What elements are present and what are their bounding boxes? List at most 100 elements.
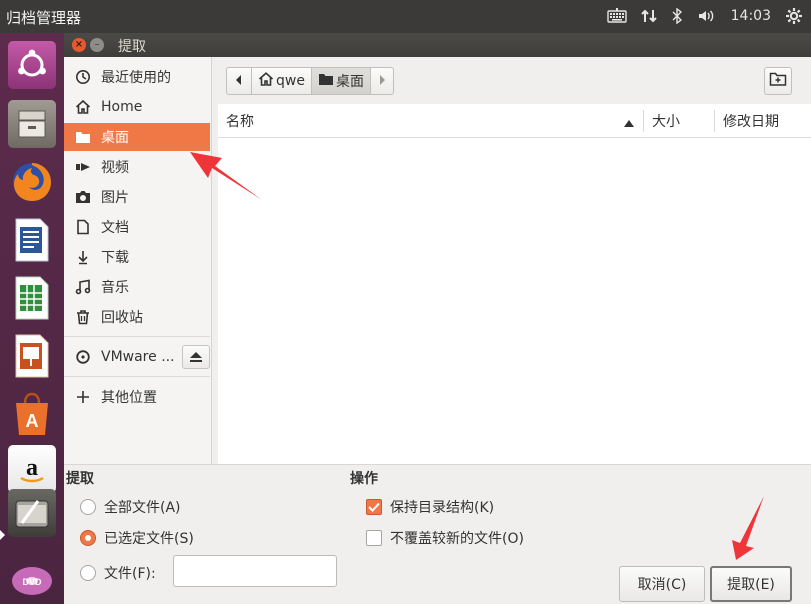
sidebar-item-label: 回收站 (101, 310, 143, 326)
sidebar-divider (64, 336, 210, 337)
home-icon (258, 72, 274, 90)
music-icon (74, 278, 92, 296)
path-back-button[interactable] (226, 67, 252, 95)
column-separator (643, 110, 644, 132)
checkbox-checked (366, 499, 382, 515)
sidebar-item-trash[interactable]: 回收站 (64, 303, 210, 331)
sidebar-item-label: VMware ... (101, 349, 175, 365)
column-name[interactable]: 名称 (226, 104, 636, 138)
eject-button[interactable] (182, 345, 210, 369)
disc-icon (74, 348, 92, 366)
path-home-button[interactable]: qwe (251, 67, 312, 95)
extract-section-title: 提取 (66, 471, 94, 487)
sidebar-item-label: 桌面 (101, 130, 129, 146)
sidebar-divider (64, 376, 210, 377)
files-pattern-input[interactable] (173, 555, 337, 587)
file-list-header: 名称 大小 修改日期 (218, 104, 811, 138)
dvd-icon[interactable]: DVD (4, 553, 60, 604)
network-icon[interactable] (640, 8, 657, 24)
trash-icon (74, 308, 92, 326)
gear-icon[interactable] (785, 7, 803, 25)
new-folder-icon (769, 71, 787, 91)
ubuntu-dash-icon[interactable] (4, 37, 60, 93)
extract-options: 提取 全部文件(A) 已选定文件(S) 文件(F): 操作 保持目录结构(K) … (64, 464, 811, 604)
all-files-label: 全部文件(A) (104, 500, 181, 516)
checkbox-unchecked (366, 530, 382, 546)
selected-files-radio[interactable]: 已选定文件(S) (80, 528, 194, 548)
clock[interactable]: 14:03 (731, 8, 771, 24)
sidebar-item-music[interactable]: 音乐 (64, 273, 210, 301)
close-button[interactable]: × (72, 38, 86, 52)
archive-manager-icon[interactable] (4, 485, 60, 541)
download-icon (74, 248, 92, 266)
column-separator (714, 110, 715, 132)
files-app-icon[interactable] (4, 96, 60, 152)
file-list[interactable]: 名称 大小 修改日期 (218, 104, 811, 464)
keyboard-icon[interactable] (606, 8, 627, 24)
column-size[interactable]: 大小 (652, 104, 712, 138)
chevron-right-icon (378, 73, 386, 89)
system-tray: 14:03 (606, 5, 803, 27)
dialog-title: 提取 (118, 39, 146, 55)
actions-section-title: 操作 (350, 471, 378, 487)
sidebar-item-label: 其他位置 (101, 390, 157, 406)
svg-text:DVD: DVD (22, 577, 42, 587)
volume-icon[interactable] (697, 8, 717, 24)
extract-button[interactable]: 提取(E) (710, 566, 792, 602)
app-title: 归档管理器 (6, 9, 82, 27)
eject-icon (189, 348, 203, 367)
files-pattern-radio[interactable]: 文件(F): (80, 563, 156, 583)
folder-icon (74, 128, 92, 146)
path-current-button[interactable]: 桌面 (310, 67, 371, 95)
column-modified-label: 修改日期 (723, 114, 779, 130)
sidebar-item-other-locations[interactable]: 其他位置 (64, 383, 210, 411)
folder-icon (318, 72, 334, 90)
radio-off (80, 565, 96, 581)
minimize-button[interactable]: – (90, 38, 104, 52)
video-icon (74, 158, 92, 176)
sidebar-item-documents[interactable]: 文档 (64, 213, 210, 241)
radio-off (80, 499, 96, 515)
cancel-button[interactable]: 取消(C) (619, 566, 705, 602)
calc-icon[interactable] (4, 270, 60, 326)
sidebar-item-videos[interactable]: 视频 (64, 153, 210, 181)
path-home-label: qwe (276, 73, 305, 89)
sidebar-item-label: 图片 (101, 190, 129, 206)
bluetooth-icon[interactable] (671, 8, 683, 24)
path-current-label: 桌面 (335, 74, 364, 90)
dialog-titlebar: × – 提取 (64, 33, 811, 57)
keep-structure-checkbox[interactable]: 保持目录结构(K) (366, 497, 494, 517)
svg-text:a: a (26, 455, 38, 481)
sidebar-item-vmware[interactable]: VMware ... (64, 343, 180, 371)
document-icon (74, 218, 92, 236)
no-overwrite-checkbox[interactable]: 不覆盖较新的文件(O) (366, 528, 524, 548)
sidebar-item-home[interactable]: Home (64, 93, 210, 121)
path-bar: qwe 桌面 (226, 67, 394, 95)
sidebar-item-label: 下载 (101, 250, 129, 266)
software-center-icon[interactable]: A (4, 386, 60, 442)
keep-structure-label: 保持目录结构(K) (390, 500, 495, 516)
sidebar-item-label: 音乐 (101, 280, 129, 296)
home-icon (74, 98, 92, 116)
plus-icon (74, 388, 92, 406)
clock-icon (74, 68, 92, 86)
all-files-radio[interactable]: 全部文件(A) (80, 497, 181, 517)
sidebar-item-label: Home (101, 99, 143, 115)
sidebar-item-label: 文档 (101, 220, 129, 236)
places-sidebar: 最近使用的 Home 桌面 视频 图片 文档 下载 音乐 回收站 VMware … (64, 57, 212, 464)
files-pattern-label: 文件(F): (104, 566, 156, 582)
new-folder-button[interactable] (764, 67, 792, 95)
sidebar-item-recent[interactable]: 最近使用的 (64, 63, 210, 91)
path-forward-button[interactable] (369, 67, 394, 95)
sidebar-item-downloads[interactable]: 下载 (64, 243, 210, 271)
column-size-label: 大小 (652, 114, 680, 130)
writer-icon[interactable] (4, 212, 60, 268)
column-modified[interactable]: 修改日期 (723, 104, 811, 138)
sidebar-item-desktop[interactable]: 桌面 (64, 123, 210, 151)
impress-icon[interactable] (4, 328, 60, 384)
column-name-label: 名称 (226, 114, 254, 130)
sidebar-item-pictures[interactable]: 图片 (64, 183, 210, 211)
firefox-icon[interactable] (4, 154, 60, 210)
svg-text:A: A (26, 411, 39, 431)
top-panel: 归档管理器 14:03 (0, 0, 811, 33)
